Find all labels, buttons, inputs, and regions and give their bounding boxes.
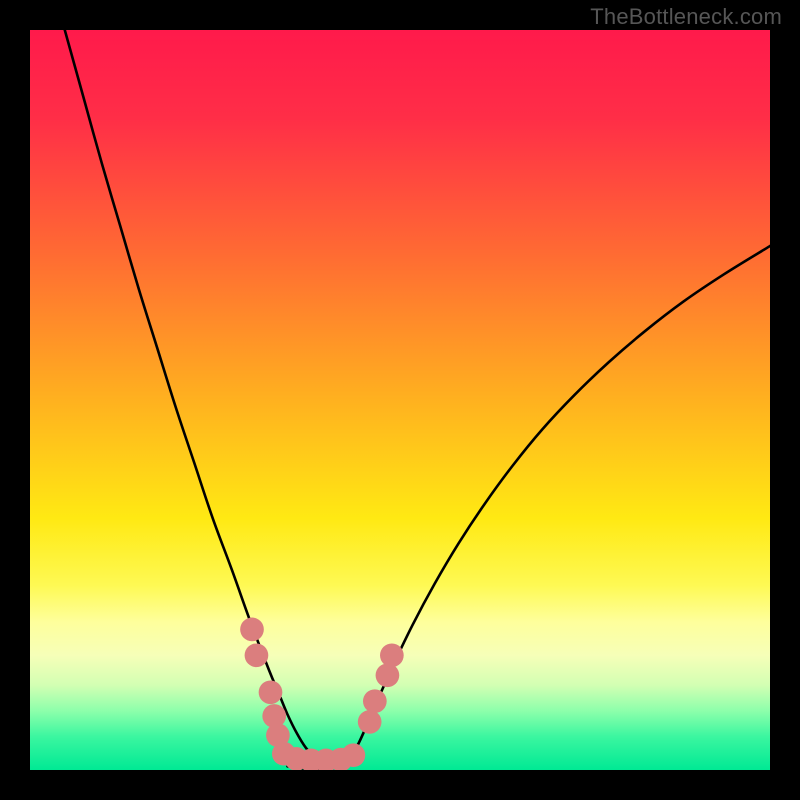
data-marker xyxy=(240,618,264,642)
data-marker xyxy=(376,663,400,687)
data-marker xyxy=(259,680,283,704)
data-marker xyxy=(363,689,387,713)
plot-area xyxy=(30,30,770,770)
data-marker xyxy=(380,643,404,667)
data-marker xyxy=(342,743,366,767)
data-marker xyxy=(358,710,382,734)
data-marker xyxy=(245,643,269,667)
chart-frame: TheBottleneck.com xyxy=(0,0,800,800)
data-markers xyxy=(30,30,770,770)
watermark-text: TheBottleneck.com xyxy=(590,4,782,30)
